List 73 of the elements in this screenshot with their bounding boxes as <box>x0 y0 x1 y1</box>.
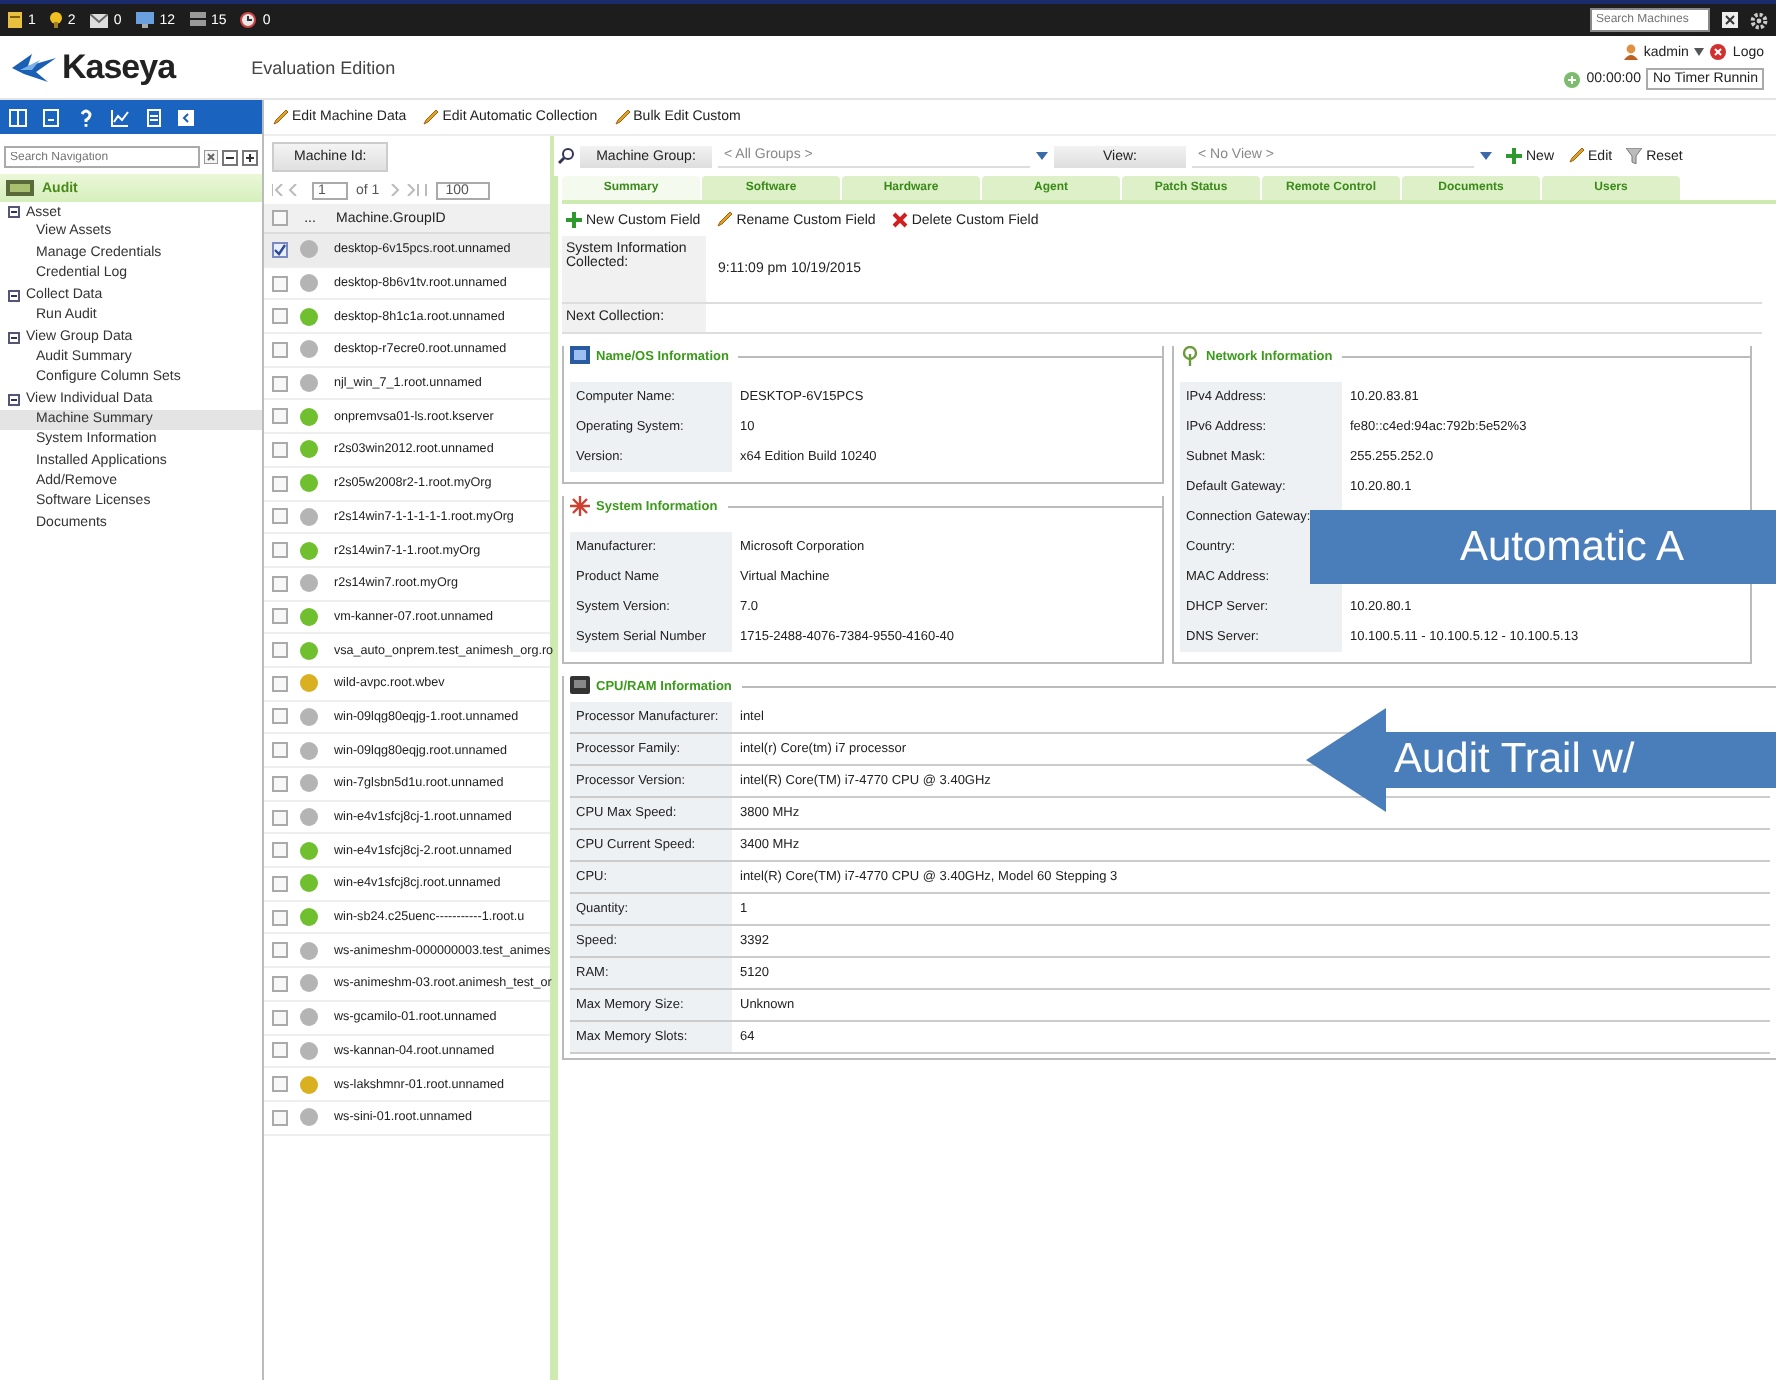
delete-icon <box>891 212 908 228</box>
settings-icon <box>1750 11 1768 29</box>
caret-icon <box>1694 48 1705 56</box>
monitor-icon <box>570 346 590 366</box>
checkbox[interactable] <box>272 508 288 525</box>
module-icon <box>6 180 34 196</box>
logo-icon <box>12 53 56 81</box>
caret-icon <box>1036 152 1048 160</box>
user-icon <box>1623 44 1638 60</box>
chip-icon <box>570 676 590 696</box>
logout-icon <box>1710 44 1727 60</box>
asterisk-icon <box>570 496 590 516</box>
logo-text: Kaseya <box>62 47 176 87</box>
collapse-icon[interactable] <box>178 109 194 125</box>
collapse-all-icon <box>222 149 238 165</box>
checkbox[interactable] <box>272 809 288 826</box>
close-icon <box>1722 12 1738 28</box>
checkbox[interactable] <box>272 1109 288 1126</box>
checkbox[interactable] <box>272 1042 288 1059</box>
note-icon <box>8 12 22 28</box>
checkbox[interactable] <box>272 1009 288 1026</box>
checkbox[interactable] <box>272 475 288 492</box>
bulb-icon <box>49 12 62 28</box>
search-icon <box>558 148 574 164</box>
checkbox[interactable] <box>272 341 288 358</box>
callout-text: Audit Trail w/ <box>1394 734 1635 786</box>
checkbox[interactable] <box>272 742 288 759</box>
checkbox[interactable] <box>272 909 288 926</box>
funnel-icon <box>1626 148 1643 164</box>
mail-icon <box>89 13 108 27</box>
expand-all-icon <box>242 149 258 165</box>
refresh-icon <box>1564 71 1581 87</box>
checkbox[interactable] <box>272 408 288 425</box>
antenna-icon <box>1180 346 1200 366</box>
checkbox[interactable] <box>272 1076 288 1093</box>
checkbox[interactable] <box>272 975 288 992</box>
clock-icon <box>240 12 257 28</box>
clear-icon <box>204 150 218 164</box>
chart-icon[interactable] <box>110 107 130 127</box>
checkbox[interactable] <box>272 275 288 292</box>
checkbox[interactable] <box>272 241 288 258</box>
checkbox[interactable] <box>272 642 288 659</box>
checkbox[interactable] <box>272 542 288 559</box>
checkbox[interactable] <box>272 875 288 892</box>
checkbox[interactable] <box>272 210 288 226</box>
checkbox[interactable] <box>272 608 288 625</box>
checkbox[interactable] <box>272 708 288 725</box>
checkbox[interactable] <box>272 441 288 458</box>
pencil-icon <box>613 109 630 125</box>
clipboard-icon[interactable] <box>144 107 164 127</box>
server-icon <box>189 12 206 28</box>
book-icon[interactable] <box>8 107 28 127</box>
checkbox[interactable] <box>272 942 288 959</box>
plus-icon <box>566 212 582 228</box>
check-icon <box>274 243 286 256</box>
monitor-icon <box>135 12 154 28</box>
checkbox[interactable] <box>272 675 288 692</box>
pencil-icon <box>1568 148 1585 164</box>
caret-icon <box>1480 152 1492 160</box>
checkbox[interactable] <box>272 775 288 792</box>
pencil-icon <box>716 212 733 228</box>
pencil-icon <box>422 109 439 125</box>
edition-label: Evaluation Edition <box>251 57 396 77</box>
checkbox[interactable] <box>272 575 288 592</box>
help-icon[interactable] <box>76 107 96 127</box>
pencil-icon <box>272 109 288 125</box>
callout-label: Automatic A <box>1310 510 1776 584</box>
last-page-icon <box>387 184 428 196</box>
checkbox[interactable] <box>272 375 288 392</box>
checkbox[interactable] <box>272 842 288 859</box>
checkbox[interactable] <box>272 308 288 325</box>
notebook-icon[interactable] <box>42 107 62 127</box>
plus-icon <box>1506 148 1522 164</box>
